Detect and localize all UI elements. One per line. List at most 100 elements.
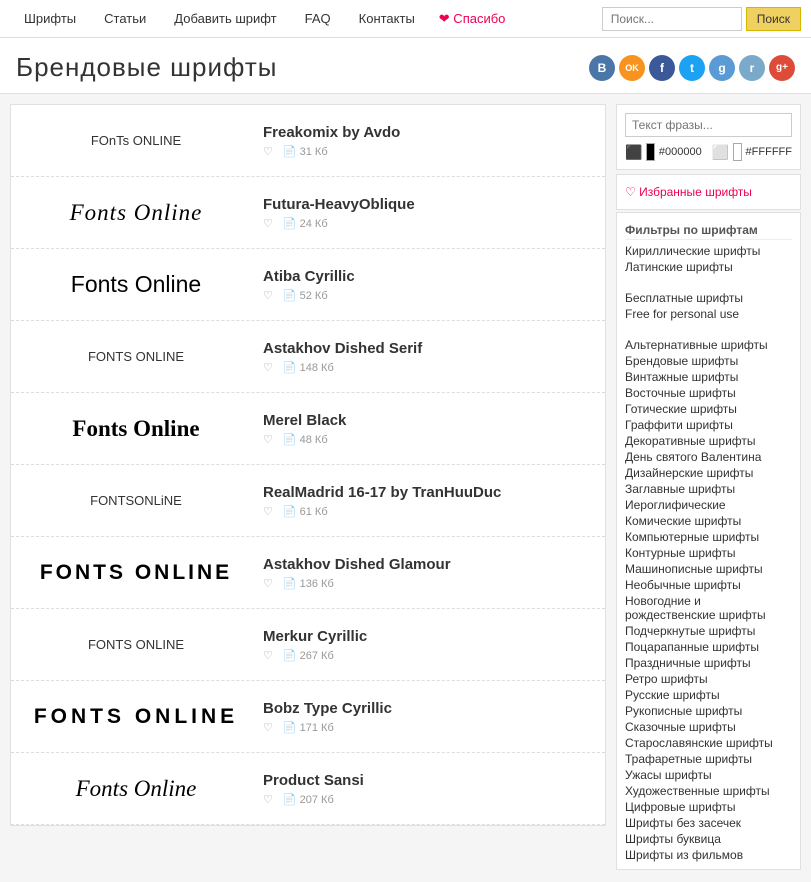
font-size: 📄 136 Кб <box>283 577 334 590</box>
font-like[interactable]: ♡ <box>263 649 273 662</box>
font-size: 📄 207 Кб <box>283 793 334 806</box>
category-link[interactable]: Восточные шрифты <box>625 385 792 401</box>
font-like[interactable]: ♡ <box>263 433 273 446</box>
font-like[interactable]: ♡ <box>263 793 273 806</box>
font-like[interactable]: ♡ <box>263 721 273 734</box>
font-name-link[interactable]: Astakhov Dished Serif <box>263 340 595 357</box>
favorites-link[interactable]: ♡ Избранные шрифты <box>625 181 792 203</box>
font-like[interactable]: ♡ <box>263 145 273 158</box>
category-link[interactable]: Готические шрифты <box>625 401 792 417</box>
font-meta: ♡ 📄 171 Кб <box>263 721 595 734</box>
filter-free-personal[interactable]: Free for personal use <box>625 306 792 322</box>
nav-thanks[interactable]: ❤ Спасибо <box>429 0 516 38</box>
nav-link-faq[interactable]: FAQ <box>291 0 345 38</box>
font-meta: ♡ 📄 52 Кб <box>263 289 595 302</box>
search-input[interactable] <box>602 7 742 31</box>
category-link[interactable]: Новогодние и рождественские шрифты <box>625 593 792 623</box>
sidebar-favorites: ♡ Избранные шрифты <box>616 174 801 210</box>
category-link[interactable]: Подчеркнутые шрифты <box>625 623 792 639</box>
font-name-link[interactable]: Product Sansi <box>263 772 595 789</box>
category-link[interactable]: Русские шрифты <box>625 687 792 703</box>
font-info: Merkur Cyrillic ♡ 📄 267 Кб <box>263 628 595 662</box>
filter-latin[interactable]: Латинские шрифты <box>625 259 792 275</box>
category-link[interactable]: Трафаретные шрифты <box>625 751 792 767</box>
category-link[interactable]: Контурные шрифты <box>625 545 792 561</box>
font-preview-text: Fonts Online <box>71 271 201 298</box>
category-link[interactable]: Декоративные шрифты <box>625 433 792 449</box>
category-link[interactable]: Цифровые шрифты <box>625 799 792 815</box>
font-like[interactable]: ♡ <box>263 217 273 230</box>
color-picker-dark-icon[interactable]: ⬛ <box>625 144 642 161</box>
category-link[interactable]: Сказочные шрифты <box>625 719 792 735</box>
category-link[interactable]: Шрифты из фильмов <box>625 847 792 863</box>
font-meta: ♡ 📄 136 Кб <box>263 577 595 590</box>
preview-text-input[interactable] <box>625 113 792 137</box>
font-size: 📄 52 Кб <box>283 289 328 302</box>
font-size: 📄 171 Кб <box>283 721 334 734</box>
font-like[interactable]: ♡ <box>263 361 273 374</box>
category-link[interactable]: Заглавные шрифты <box>625 481 792 497</box>
page-header: Брендовые шрифты B OK f t g r g+ <box>0 38 811 94</box>
color-picker-light-icon[interactable]: ⬜ <box>712 144 729 161</box>
category-link[interactable]: Поцарапанные шрифты <box>625 639 792 655</box>
color-swatch-dark[interactable] <box>646 143 654 161</box>
filter-cyrillic[interactable]: Кириллические шрифты <box>625 243 792 259</box>
main-layout: FOnTs ONLINE Freakomix by Avdo ♡ 📄 31 Кб… <box>0 94 811 882</box>
social-ok[interactable]: OK <box>619 55 645 81</box>
category-link[interactable]: Праздничные шрифты <box>625 655 792 671</box>
font-preview: FONTS ONLINE <box>21 557 251 589</box>
nav-link-articles[interactable]: Статьи <box>90 0 160 38</box>
category-link[interactable]: Старославянские шрифты <box>625 735 792 751</box>
font-size: 📄 31 Кб <box>283 145 328 158</box>
font-name-link[interactable]: Freakomix by Avdo <box>263 124 595 141</box>
font-name-link[interactable]: Futura-HeavyOblique <box>263 196 595 213</box>
social-fb[interactable]: f <box>649 55 675 81</box>
font-name-link[interactable]: Bobz Type Cyrillic <box>263 700 595 717</box>
font-like[interactable]: ♡ <box>263 289 273 302</box>
color-swatch-light[interactable] <box>733 143 741 161</box>
social-tw[interactable]: t <box>679 55 705 81</box>
category-link[interactable]: Ретро шрифты <box>625 671 792 687</box>
font-info: Atiba Cyrillic ♡ 📄 52 Кб <box>263 268 595 302</box>
font-info: Bobz Type Cyrillic ♡ 📄 171 Кб <box>263 700 595 734</box>
category-link[interactable]: Машинописные шрифты <box>625 561 792 577</box>
category-link[interactable]: День святого Валентина <box>625 449 792 465</box>
font-name-link[interactable]: Atiba Cyrillic <box>263 268 595 285</box>
font-name-link[interactable]: Astakhov Dished Glamour <box>263 556 595 573</box>
category-link[interactable]: Необычные шрифты <box>625 577 792 593</box>
font-name-link[interactable]: RealMadrid 16-17 by TranHuuDuc <box>263 484 595 501</box>
category-link[interactable]: Шрифты без засечек <box>625 815 792 831</box>
font-name-link[interactable]: Merel Black <box>263 412 595 429</box>
font-preview: Fonts Online <box>21 772 251 806</box>
font-like[interactable]: ♡ <box>263 505 273 518</box>
category-link[interactable]: Ужасы шрифты <box>625 767 792 783</box>
font-name-link[interactable]: Merkur Cyrillic <box>263 628 595 645</box>
social-rss[interactable]: r <box>739 55 765 81</box>
category-link[interactable]: Брендовые шрифты <box>625 353 792 369</box>
font-item: FONTS ONLINE Astakhov Dished Glamour ♡ 📄… <box>11 537 605 609</box>
font-size: 📄 61 Кб <box>283 505 328 518</box>
category-link[interactable]: Дизайнерские шрифты <box>625 465 792 481</box>
search-button[interactable]: Поиск <box>746 7 801 31</box>
nav-link-fonts[interactable]: Шрифты <box>10 0 90 38</box>
category-link[interactable]: Рукописные шрифты <box>625 703 792 719</box>
font-like[interactable]: ♡ <box>263 577 273 590</box>
font-info: Astakhov Dished Glamour ♡ 📄 136 Кб <box>263 556 595 590</box>
category-link[interactable]: Компьютерные шрифты <box>625 529 792 545</box>
filter-free[interactable]: Бесплатные шрифты <box>625 290 792 306</box>
social-gp1[interactable]: g <box>709 55 735 81</box>
nav-link-add[interactable]: Добавить шрифт <box>160 0 290 38</box>
category-link[interactable]: Иероглифические <box>625 497 792 513</box>
font-info: Merel Black ♡ 📄 48 Кб <box>263 412 595 446</box>
nav-link-contacts[interactable]: Контакты <box>345 0 429 38</box>
category-link[interactable]: Художественные шрифты <box>625 783 792 799</box>
category-link[interactable]: Комические шрифты <box>625 513 792 529</box>
social-vk[interactable]: B <box>589 55 615 81</box>
category-link[interactable]: Шрифты буквица <box>625 831 792 847</box>
font-preview-text: FONTS ONLINE <box>40 561 232 585</box>
category-link[interactable]: Винтажные шрифты <box>625 369 792 385</box>
font-size: 📄 267 Кб <box>283 649 334 662</box>
category-link[interactable]: Альтернативные шрифты <box>625 337 792 353</box>
social-gplus[interactable]: g+ <box>769 55 795 81</box>
category-link[interactable]: Граффити шрифты <box>625 417 792 433</box>
